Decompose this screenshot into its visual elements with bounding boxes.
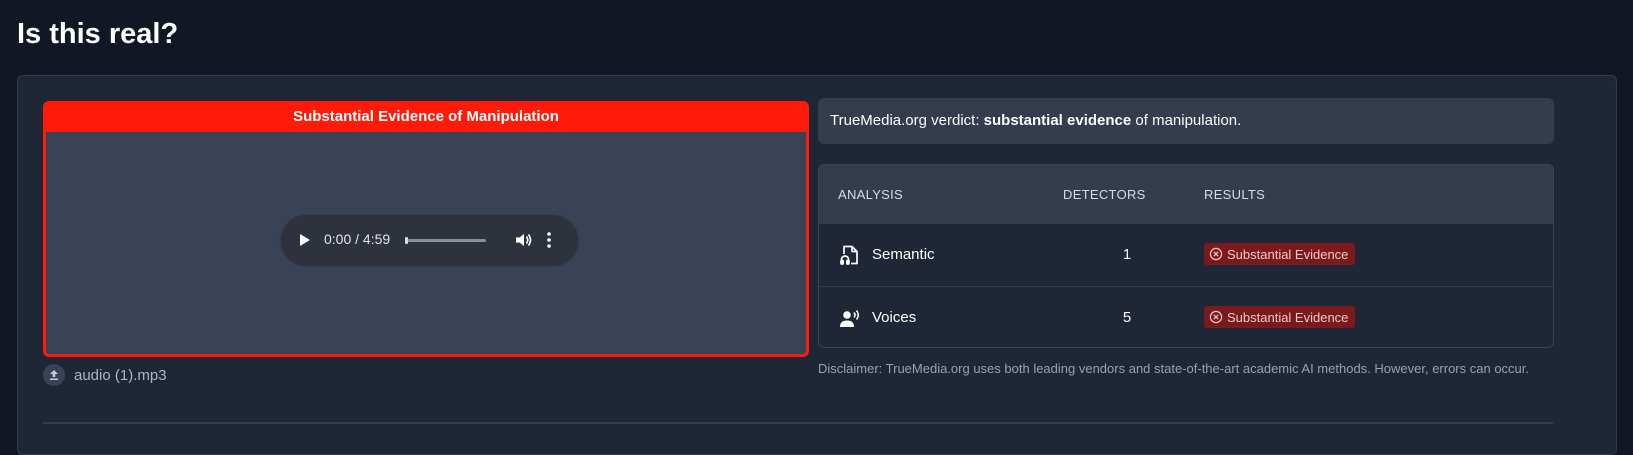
table-row: Voices 5 Substantial Evidence: [819, 286, 1553, 347]
header-results: RESULTS: [1204, 187, 1266, 202]
audio-time: 0:00 / 4:59: [324, 231, 391, 247]
results-panel: Substantial Evidence of Manipulation 0:0…: [17, 75, 1617, 455]
row-detector-count: 5: [1122, 309, 1132, 326]
header-analysis: ANALYSIS: [838, 187, 904, 202]
audio-seek-slider[interactable]: [405, 237, 486, 244]
media-card: Substantial Evidence of Manipulation 0:0…: [43, 101, 809, 357]
result-badge[interactable]: Substantial Evidence: [1204, 243, 1356, 265]
voice-speaker-icon: [838, 306, 862, 330]
header-detectors: DETECTORS: [1063, 187, 1146, 202]
divider: [43, 422, 1553, 424]
audio-player[interactable]: 0:00 / 4:59: [281, 215, 578, 265]
semantic-file-audio-icon: [838, 243, 862, 267]
verdict-prefix: TrueMedia.org verdict:: [830, 112, 984, 129]
verdict-suffix: of manipulation.: [1131, 112, 1242, 129]
upload-icon: [43, 364, 65, 386]
result-badge[interactable]: Substantial Evidence: [1204, 306, 1356, 328]
table-header: ANALYSIS DETECTORS RESULTS: [819, 165, 1553, 223]
disclaimer: Disclaimer: TrueMedia.org uses both lead…: [818, 361, 1530, 376]
volume-icon[interactable]: [513, 230, 533, 250]
x-circle-icon: [1209, 310, 1223, 324]
page-title: Is this real?: [17, 18, 179, 50]
verdict-summary: TrueMedia.org verdict: substantial evide…: [818, 98, 1554, 144]
play-icon[interactable]: [295, 231, 313, 249]
manipulation-banner: Substantial Evidence of Manipulation: [46, 104, 806, 132]
row-label: Semantic: [872, 246, 935, 263]
row-detector-count: 1: [1122, 246, 1132, 263]
result-badge-label: Substantial Evidence: [1227, 246, 1349, 262]
analysis-table: ANALYSIS DETECTORS RESULTS Semantic 1 Su…: [818, 164, 1554, 348]
result-badge-label: Substantial Evidence: [1227, 309, 1349, 325]
more-options-icon[interactable]: [543, 230, 555, 250]
seek-thumb[interactable]: [405, 237, 408, 244]
table-row: Semantic 1 Substantial Evidence: [819, 223, 1553, 286]
file-info: audio (1).mp3: [43, 363, 167, 387]
x-circle-icon: [1209, 247, 1223, 261]
verdict-emphasis: substantial evidence: [983, 112, 1132, 129]
row-label: Voices: [872, 309, 917, 326]
file-name: audio (1).mp3: [74, 366, 167, 384]
